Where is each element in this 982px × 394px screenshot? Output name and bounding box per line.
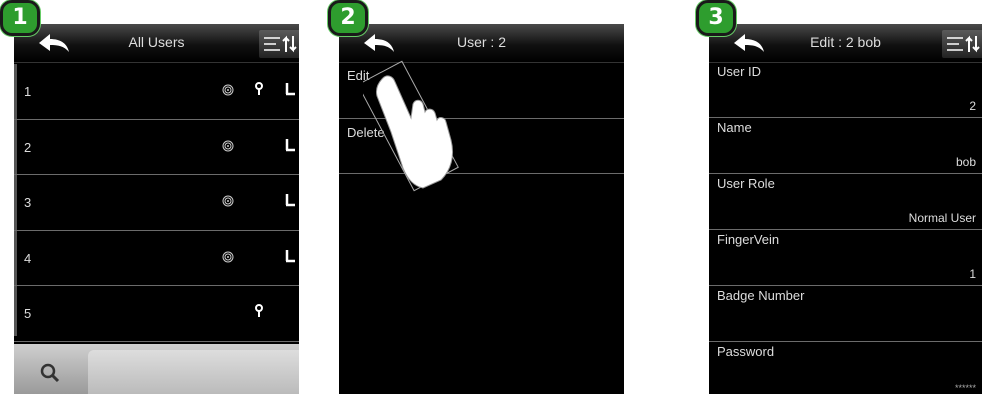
edit-field-row[interactable]: Badge Number: [709, 286, 982, 342]
field-label: User ID: [717, 64, 762, 79]
edit-field-row[interactable]: FingerVein 1: [709, 230, 982, 286]
face-icon: [285, 249, 295, 263]
user-row[interactable]: 2: [14, 120, 299, 176]
search-input[interactable]: [88, 350, 299, 394]
field-label: User Role: [717, 176, 775, 191]
search-bar: [14, 344, 299, 394]
edit-user-panel: Edit : 2 bob User ID 2 Name bob User Role Nor…: [709, 24, 982, 394]
field-value: 2: [969, 99, 976, 113]
edit-field-row[interactable]: User Role Normal User: [709, 174, 982, 230]
page-title: User : 2: [456, 34, 506, 50]
user-row[interactable]: 3: [14, 175, 299, 231]
user-menu-panel: User : 2 Edit Delete: [339, 24, 624, 394]
edit-field-row[interactable]: Name bob: [709, 118, 982, 174]
user-number: 5: [24, 306, 32, 322]
tap-hand-icon: [363, 60, 459, 192]
step-badge-2: 2: [328, 0, 368, 36]
user-number: 3: [24, 195, 32, 211]
user-number: 2: [24, 139, 32, 155]
key-icon: [255, 304, 263, 318]
edit-field-row[interactable]: User ID 2: [709, 62, 982, 118]
all-users-panel: All Users 1 2 3 4 5: [14, 24, 299, 394]
user-row[interactable]: 1: [14, 64, 299, 120]
user-row[interactable]: 4: [14, 231, 299, 287]
fingerprint-icon: [222, 251, 234, 263]
header: All Users: [14, 24, 299, 63]
field-label: Name: [717, 120, 752, 135]
field-label: Badge Number: [717, 288, 805, 303]
face-icon: [285, 83, 295, 96]
user-number: 1: [24, 84, 32, 99]
fingerprint-icon: [222, 195, 234, 207]
sort-icon: [264, 35, 297, 53]
header: Edit : 2 bob: [709, 24, 982, 63]
sort-button[interactable]: [259, 30, 299, 58]
field-value: Normal User: [908, 211, 976, 225]
face-icon: [285, 194, 295, 207]
field-value: ******: [954, 383, 976, 393]
field-label: FingerVein: [717, 232, 780, 247]
step-badge-3: 3: [696, 0, 736, 36]
field-label: Password: [717, 344, 775, 359]
fingerprint-icon: [222, 84, 234, 96]
sort-button[interactable]: [942, 30, 982, 58]
field-value: 1: [969, 267, 976, 281]
page-title: All Users: [128, 34, 185, 50]
user-number: 4: [24, 250, 32, 266]
face-icon: [285, 138, 295, 151]
search-icon[interactable]: [38, 361, 62, 385]
key-icon: [255, 82, 263, 95]
step-badge-1: 1: [0, 0, 40, 36]
user-row[interactable]: 5: [14, 286, 299, 342]
edit-field-row[interactable]: Password ******: [709, 342, 982, 394]
sort-icon: [947, 35, 980, 53]
field-value: bob: [955, 155, 976, 169]
fingerprint-icon: [222, 140, 234, 152]
